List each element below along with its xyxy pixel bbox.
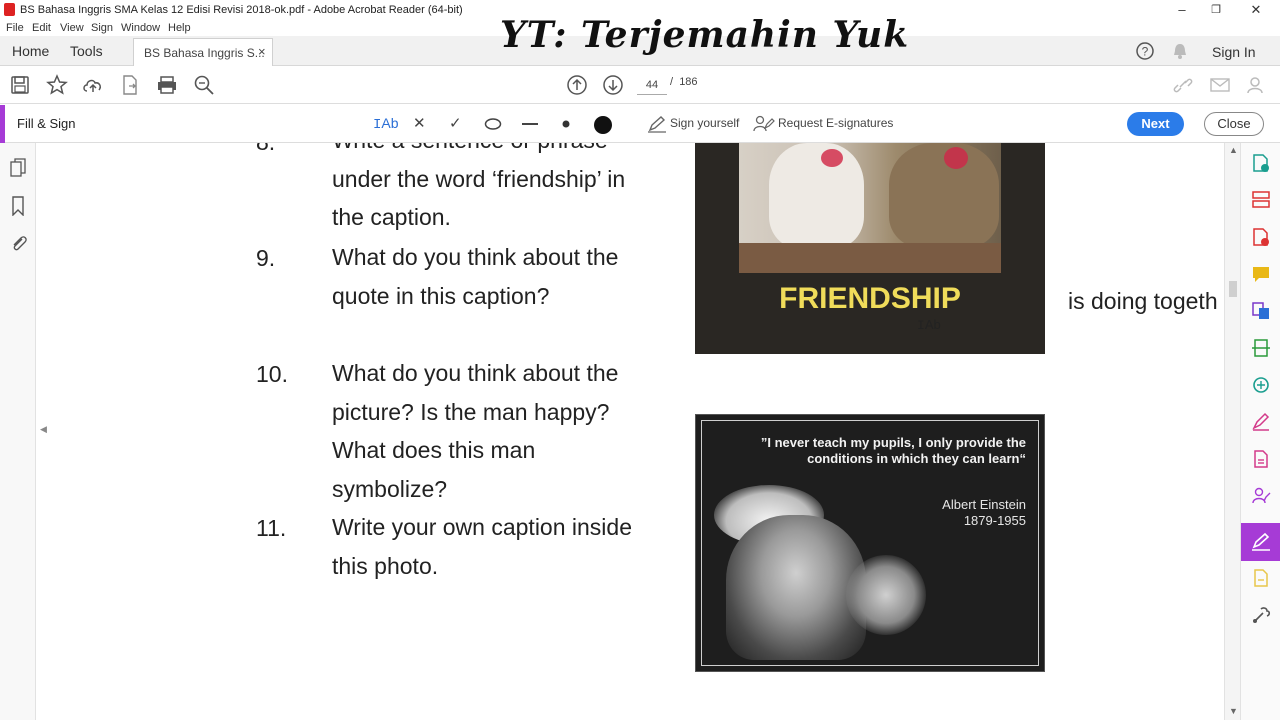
export-pdf-icon[interactable] <box>1251 227 1271 247</box>
right-tools-pane <box>1240 143 1280 720</box>
tab-home[interactable]: Home <box>12 43 49 59</box>
friendship-cats-image: FRIENDSHIP IAb <box>695 143 1045 354</box>
main-toolbar: 44 / 186 <box>0 66 1280 104</box>
zoom-search-icon[interactable] <box>193 74 215 96</box>
email-icon[interactable] <box>1209 76 1231 94</box>
redact-icon[interactable] <box>1251 412 1271 432</box>
add-user-icon[interactable] <box>1245 74 1267 96</box>
next-page-icon[interactable] <box>602 74 624 96</box>
next-button[interactable]: Next <box>1127 112 1184 136</box>
question-text: Write a sentence or phrase under the wor… <box>332 143 626 230</box>
question-number: 8. <box>256 143 275 156</box>
attachments-paperclip-icon[interactable] <box>9 233 27 253</box>
scroll-down-icon[interactable]: ▼ <box>1229 706 1238 716</box>
text-cursor-icon: IAb <box>917 317 941 333</box>
page-number-input[interactable]: 44 <box>637 75 667 95</box>
previous-page-icon[interactable] <box>566 74 588 96</box>
combine-files-icon[interactable] <box>1251 301 1271 321</box>
prepare-form-icon[interactable] <box>1251 568 1271 588</box>
question-number: 9. <box>256 245 276 271</box>
compress-pdf-icon[interactable] <box>1251 375 1271 395</box>
window-title: BS Bahasa Inggris SMA Kelas 12 Edisi Rev… <box>20 4 463 16</box>
question-number: 11. <box>256 515 287 541</box>
organize-pages-icon[interactable] <box>1251 190 1271 210</box>
svg-text:?: ? <box>1142 45 1149 59</box>
fill-sign-tool-icon[interactable] <box>1251 532 1271 552</box>
tab-tools[interactable]: Tools <box>70 43 103 59</box>
question-text: What do you think about the picture? Is … <box>332 360 619 502</box>
close-button[interactable]: Close <box>1204 112 1264 136</box>
page-thumbnails-icon[interactable] <box>9 158 27 178</box>
scroll-up-icon[interactable]: ▲ <box>1229 145 1238 155</box>
tab-document-label: BS Bahasa Inggris S... <box>144 46 265 60</box>
einstein-attribution: Albert Einstein 1879-1955 <box>942 497 1026 528</box>
line-tool-icon[interactable] <box>521 117 539 131</box>
menu-view[interactable]: View <box>60 22 84 34</box>
question-text: What do you think about the quote in thi… <box>332 244 619 309</box>
request-signature-icon[interactable] <box>753 114 775 134</box>
bookmark-star-icon[interactable] <box>46 74 68 96</box>
minimize-button[interactable]: – <box>1167 1 1197 19</box>
edit-pdf-icon[interactable] <box>1251 449 1271 469</box>
notification-bell-icon[interactable] <box>1171 42 1189 60</box>
help-icon[interactable]: ? <box>1135 41 1155 61</box>
menu-window[interactable]: Window <box>121 22 160 34</box>
sign-in-link[interactable]: Sign In <box>1212 44 1256 60</box>
check-mark-tool[interactable]: ✓ <box>449 114 462 132</box>
question-text: Write your own caption inside this photo… <box>332 514 632 579</box>
scrollbar-thumb[interactable] <box>1229 281 1237 297</box>
color-picker-icon[interactable] <box>592 114 614 136</box>
bookmarks-icon[interactable] <box>9 196 27 216</box>
friendship-caption: FRIENDSHIP <box>779 282 961 315</box>
fill-sign-label: Fill & Sign <box>17 116 76 131</box>
dot-tool-icon[interactable] <box>559 117 573 131</box>
vertical-scrollbar[interactable]: ▲ ▼ <box>1224 143 1240 720</box>
question-number: 10. <box>256 361 288 387</box>
einstein-quote: ”I never teach my pupils, I only provide… <box>760 435 1026 466</box>
create-pdf-icon[interactable] <box>1251 153 1271 173</box>
fill-sign-toolbar: Fill & Sign IAb ✕ ✓ Sign yourself Reques… <box>0 105 1280 143</box>
pdf-app-icon <box>4 3 15 16</box>
cross-mark-tool[interactable]: ✕ <box>413 114 426 132</box>
close-window-button[interactable]: ✕ <box>1241 1 1271 19</box>
menu-sign[interactable]: Sign <box>91 22 113 34</box>
left-navigation-pane <box>0 143 36 720</box>
expand-left-pane-icon[interactable]: ◀ <box>40 424 47 435</box>
print-icon[interactable] <box>156 75 178 95</box>
maximize-button[interactable]: ❐ <box>1201 1 1231 19</box>
sign-pen-icon[interactable] <box>647 115 667 133</box>
sign-yourself-button[interactable]: Sign yourself <box>670 116 739 130</box>
export-file-icon[interactable] <box>120 74 140 96</box>
tab-document[interactable]: BS Bahasa Inggris S... × <box>133 38 273 66</box>
add-text-tool[interactable]: IAb <box>373 115 399 133</box>
fill-sign-accent <box>0 105 5 143</box>
share-link-icon[interactable] <box>1172 75 1194 95</box>
more-tools-icon[interactable] <box>1251 605 1271 625</box>
menu-file[interactable]: File <box>6 22 24 34</box>
send-for-signature-icon[interactable] <box>1251 486 1271 506</box>
page-count-label: / 186 <box>670 76 698 88</box>
menu-help[interactable]: Help <box>168 22 191 34</box>
youtube-watermark: YT: Terjemahin Yuk <box>500 14 910 56</box>
upload-cloud-icon[interactable] <box>82 75 104 95</box>
save-icon[interactable] <box>10 75 30 95</box>
scan-ocr-icon[interactable] <box>1251 338 1271 358</box>
tab-close-icon[interactable]: × <box>258 44 266 59</box>
comment-icon[interactable] <box>1251 264 1271 284</box>
menu-edit[interactable]: Edit <box>32 22 51 34</box>
document-page: 8. Write a sentence or phrase under the … <box>52 143 1224 720</box>
ellipse-tool-icon[interactable] <box>484 117 502 131</box>
einstein-portrait <box>726 515 866 660</box>
request-esignatures-button[interactable]: Request E-signatures <box>778 116 893 130</box>
einstein-quote-image: ”I never teach my pupils, I only provide… <box>695 414 1045 672</box>
typed-text-annotation[interactable]: is doing togeth <box>1068 288 1218 315</box>
cats-photo <box>739 143 1001 273</box>
